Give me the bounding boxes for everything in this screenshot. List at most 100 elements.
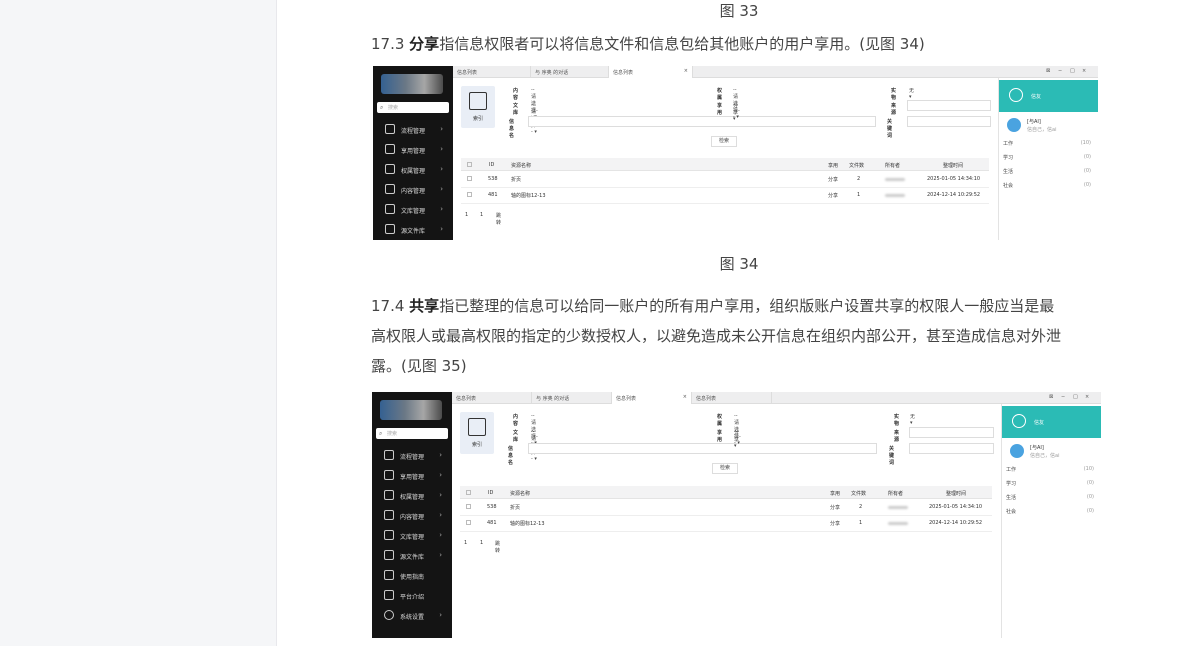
tab-info-list-2[interactable]: 信息列表 × bbox=[609, 66, 693, 78]
table-row[interactable]: 481 轴的图标12-13 分享 1 2024-12-14 10:29:52 bbox=[461, 188, 989, 204]
col-time: 整理时间 bbox=[946, 491, 967, 497]
cell-time: 2025-01-05 14:34:10 bbox=[927, 176, 981, 182]
sidebar-item-ownership[interactable]: 权属管理 › bbox=[373, 160, 453, 180]
restore-icon[interactable]: ⊠ bbox=[1049, 394, 1053, 400]
share-select[interactable]: 分享 ▾ bbox=[733, 102, 738, 122]
cell-count: 2 bbox=[857, 176, 861, 182]
tab-chat[interactable]: 与 序奥 的对话 bbox=[532, 392, 612, 404]
chevron-right-icon: › bbox=[440, 225, 443, 233]
chevron-right-icon: › bbox=[440, 145, 443, 153]
name-input[interactable] bbox=[528, 116, 876, 127]
library-icon bbox=[385, 204, 395, 214]
sidebar-item-share[interactable]: 享用管理 › bbox=[372, 466, 452, 486]
maximize-icon[interactable]: □ bbox=[1073, 394, 1078, 400]
sidebar-item-content[interactable]: 内容管理 › bbox=[373, 180, 453, 200]
group-item[interactable]: 社会 (0) bbox=[1003, 182, 1095, 189]
sidebar-item-source-files[interactable]: 源文件库 › bbox=[373, 220, 453, 240]
cell-time: 2024-12-14 10:29:52 bbox=[927, 192, 981, 198]
sidebar-item-library[interactable]: 文库管理 › bbox=[373, 200, 453, 220]
col-name: 资源名称 bbox=[510, 491, 531, 497]
close-icon[interactable]: × bbox=[683, 394, 687, 400]
tab-info-list-2[interactable]: 信息列表 × bbox=[612, 392, 692, 404]
group-count: (10) bbox=[1080, 140, 1091, 146]
jump-button[interactable]: 跳转 bbox=[496, 212, 501, 226]
search-input[interactable]: ⌕ 搜索 bbox=[377, 102, 449, 113]
sidebar-item-process[interactable]: 流程管理 › bbox=[373, 120, 453, 140]
col-count: 文件数 bbox=[849, 163, 865, 169]
table-row[interactable]: 538 折页 分享 2 2025-01-05 14:34:10 bbox=[460, 500, 992, 516]
search-input[interactable]: ⌕ 搜索 bbox=[376, 428, 448, 439]
close-window-icon[interactable]: × bbox=[1085, 394, 1089, 400]
cell-id: 538 bbox=[487, 504, 497, 510]
search-placeholder: 搜索 bbox=[387, 431, 398, 437]
group-item[interactable]: 学习 (0) bbox=[1006, 480, 1098, 487]
source-input[interactable] bbox=[909, 427, 994, 438]
owner-redacted bbox=[885, 194, 905, 197]
search-button[interactable]: 检索 bbox=[712, 463, 738, 474]
group-name: 生活 bbox=[1003, 169, 1014, 175]
ai-name[interactable]: [与AI] bbox=[1030, 444, 1044, 451]
jump-button[interactable]: 跳转 bbox=[495, 540, 500, 554]
sidebar-item-process[interactable]: 流程管理 › bbox=[372, 446, 452, 466]
ai-name[interactable]: [与AI] bbox=[1027, 118, 1041, 125]
group-name: 社会 bbox=[1003, 183, 1014, 189]
page-number[interactable]: 1 bbox=[465, 212, 468, 218]
index-button[interactable]: 索引 bbox=[461, 86, 495, 128]
entity-select[interactable]: 无 ▾ bbox=[909, 87, 914, 100]
sidebar-item-share[interactable]: 享用管理 › bbox=[373, 140, 453, 160]
search-button[interactable]: 检索 bbox=[711, 136, 737, 147]
group-item[interactable]: 工作 (10) bbox=[1003, 140, 1095, 147]
group-item[interactable]: 工作 (10) bbox=[1006, 466, 1098, 473]
page-number[interactable]: 1 bbox=[464, 540, 467, 546]
sidebar-item-about[interactable]: 平台介绍 bbox=[372, 586, 452, 606]
entity-select[interactable]: 无 ▾ bbox=[910, 413, 915, 426]
ai-avatar[interactable] bbox=[1007, 118, 1021, 132]
sidebar-item-guide[interactable]: 使用指南 bbox=[372, 566, 452, 586]
sidebar-item-source-files[interactable]: 源文件库 › bbox=[372, 546, 452, 566]
cell-count: 1 bbox=[857, 192, 861, 198]
name-label: 信息名 bbox=[508, 446, 514, 466]
col-id: ID bbox=[489, 162, 495, 168]
sidebar-item-ownership[interactable]: 权属管理 › bbox=[372, 486, 452, 506]
row-checkbox[interactable] bbox=[467, 192, 472, 197]
tab-chat[interactable]: 与 序奥 的对话 bbox=[531, 66, 609, 78]
cell-id: 481 bbox=[488, 192, 498, 198]
group-item[interactable]: 社会 (0) bbox=[1006, 508, 1098, 515]
sidebar-item-library[interactable]: 文库管理 › bbox=[372, 526, 452, 546]
row-checkbox[interactable] bbox=[467, 176, 472, 181]
minimize-icon[interactable]: − bbox=[1061, 394, 1065, 400]
ownership-icon bbox=[385, 164, 395, 174]
sidebar-item-settings[interactable]: 系统设置 › bbox=[372, 606, 452, 626]
minimize-icon[interactable]: − bbox=[1058, 68, 1062, 74]
keyword-input[interactable] bbox=[909, 443, 994, 454]
share-select[interactable]: 分享 ▾ bbox=[734, 429, 739, 449]
cell-id: 481 bbox=[487, 520, 497, 526]
table-row[interactable]: 538 折页 分享 2 2025-01-05 14:34:10 bbox=[461, 172, 989, 188]
name-input[interactable] bbox=[528, 443, 877, 454]
index-button[interactable]: 索引 bbox=[460, 412, 494, 454]
row-checkbox[interactable] bbox=[466, 504, 471, 509]
keyword-input[interactable] bbox=[907, 116, 991, 127]
ai-avatar[interactable] bbox=[1010, 444, 1024, 458]
col-share: 享用 bbox=[828, 163, 839, 169]
close-window-icon[interactable]: × bbox=[1082, 68, 1086, 74]
sidebar-item-content[interactable]: 内容管理 › bbox=[372, 506, 452, 526]
close-icon[interactable]: × bbox=[684, 68, 688, 74]
group-item[interactable]: 学习 (0) bbox=[1003, 154, 1095, 161]
group-item[interactable]: 生活 (0) bbox=[1003, 168, 1095, 175]
tab-info-list-3[interactable]: 信息列表 bbox=[692, 392, 772, 404]
restore-icon[interactable]: ⊠ bbox=[1046, 68, 1050, 74]
tab-info-list-1[interactable]: 信息列表 bbox=[453, 66, 531, 78]
col-share: 享用 bbox=[830, 491, 841, 497]
source-input[interactable] bbox=[907, 100, 991, 111]
table-row[interactable]: 481 轴的图标12-13 分享 1 2024-12-14 10:29:52 bbox=[460, 516, 992, 532]
group-item[interactable]: 生活 (0) bbox=[1006, 494, 1098, 501]
tab-info-list-1[interactable]: 信息列表 bbox=[452, 392, 532, 404]
row-checkbox[interactable] bbox=[466, 520, 471, 525]
select-all-checkbox[interactable] bbox=[466, 490, 471, 495]
sidebar-item-label: 流程管理 bbox=[400, 454, 425, 461]
select-all-checkbox[interactable] bbox=[467, 162, 472, 167]
page-input[interactable]: 1 bbox=[480, 212, 483, 218]
maximize-icon[interactable]: □ bbox=[1070, 68, 1075, 74]
page-input[interactable]: 1 bbox=[480, 540, 483, 546]
